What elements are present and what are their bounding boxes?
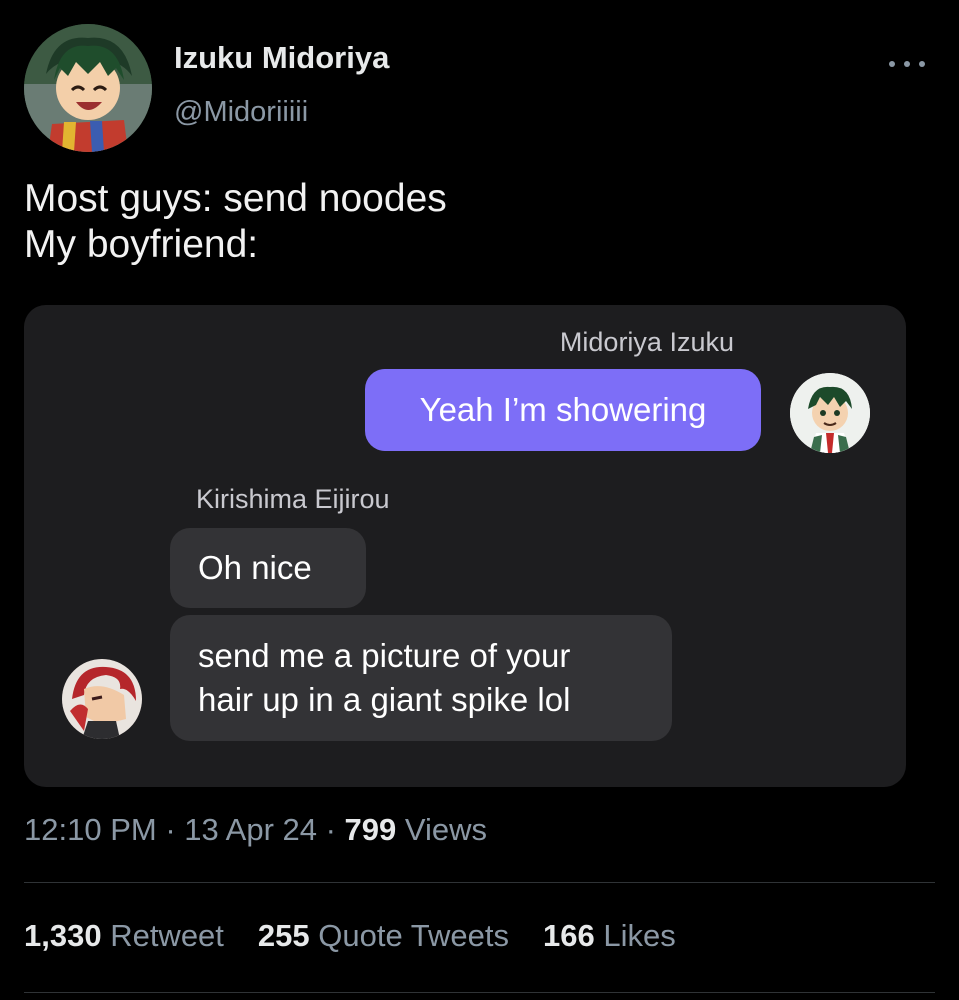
anime-character-avatar-icon	[790, 373, 870, 453]
author-display-name[interactable]: Izuku Midoriya	[174, 40, 389, 76]
tweet-line: My boyfriend:	[24, 223, 259, 266]
more-dot	[919, 61, 925, 67]
retweets-count: 1,330	[24, 918, 102, 953]
divider	[24, 992, 935, 993]
attached-chat-screenshot[interactable]: Midoriya Izuku Yeah I’m showering Kirish…	[24, 305, 906, 787]
quotes-count: 255	[257, 918, 310, 953]
chat-bubble-line: send me a picture of your	[198, 637, 571, 674]
chat-avatar-kirishima	[62, 659, 142, 739]
retweets-label: Retweet	[101, 918, 224, 953]
views-count: 799	[344, 812, 397, 847]
quotes-label: Quote Tweets	[309, 918, 509, 953]
more-options-icon[interactable]	[889, 54, 925, 74]
anime-character-avatar-icon	[62, 659, 142, 739]
tweet-time[interactable]: 12:10 PM	[24, 812, 157, 847]
author-avatar[interactable]	[24, 24, 152, 152]
divider	[24, 882, 935, 883]
chat-sender-name: Kirishima Eijirou	[196, 484, 390, 514]
chat-avatar-midoriya	[790, 373, 870, 453]
likes-label: Likes	[594, 918, 676, 953]
tweet-line: Most guys: send noodes	[24, 177, 447, 220]
meta-separator: ·	[156, 812, 185, 847]
tweet-stats: 1,330 Retweet 255 Quote Tweets 166 Likes	[24, 918, 676, 954]
anime-character-avatar-icon	[24, 24, 152, 152]
likes-stat[interactable]: 166 Likes	[543, 918, 676, 954]
more-dot	[889, 61, 895, 67]
author-handle[interactable]: @Midoriiiii	[174, 96, 308, 129]
tweet-meta: 12:10 PM · 13 Apr 24 · 799 Views	[24, 812, 487, 848]
chat-bubble-line: hair up in a giant spike lol	[198, 681, 571, 718]
views-label: Views	[396, 812, 488, 847]
tweet-text: Most guys: send noodes My boyfriend:	[24, 176, 924, 268]
tweet-date[interactable]: 13 Apr 24	[184, 812, 317, 847]
likes-count: 166	[542, 918, 595, 953]
chat-bubble-incoming: send me a picture of your hair up in a g…	[170, 615, 672, 741]
chat-bubble-outgoing: Yeah I’m showering	[365, 369, 761, 451]
tweet-header: Izuku Midoriya @Midoriiiii	[24, 24, 935, 154]
chat-bubble-incoming: Oh nice	[170, 528, 366, 608]
retweets-stat[interactable]: 1,330 Retweet	[24, 918, 224, 954]
chat-sender-name: Midoriya Izuku	[559, 327, 734, 357]
more-dot	[904, 61, 910, 67]
meta-separator: ·	[316, 812, 345, 847]
quote-tweets-stat[interactable]: 255 Quote Tweets	[258, 918, 509, 954]
